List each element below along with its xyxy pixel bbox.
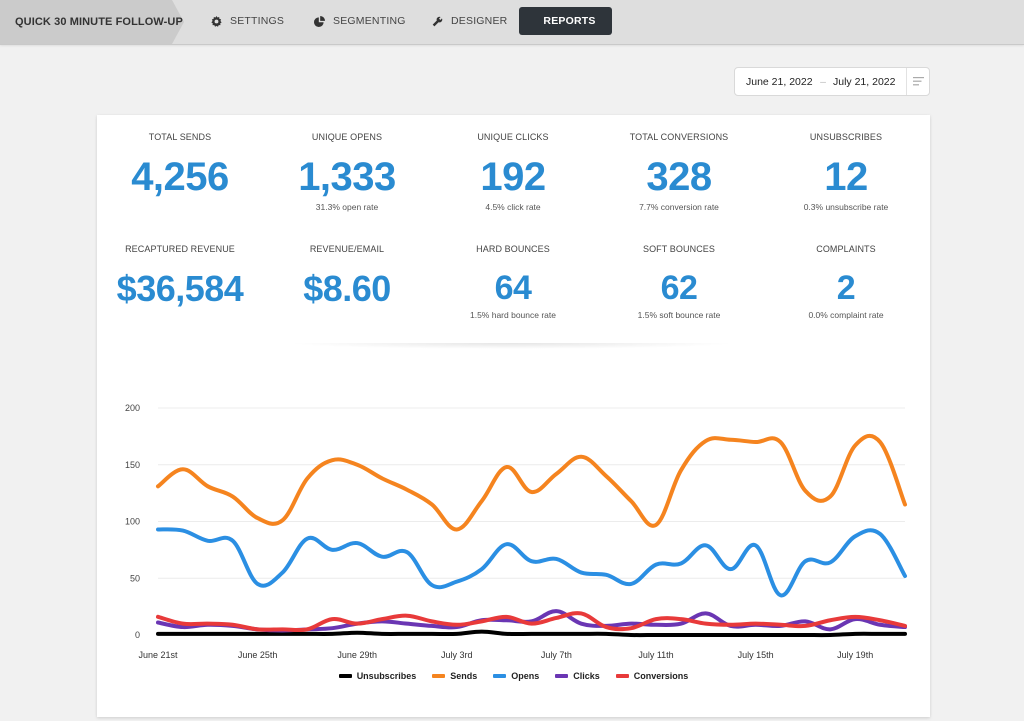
stat-label: HARD BOUNCES xyxy=(476,244,550,254)
legend-swatch xyxy=(432,674,446,678)
y-tick-label: 0 xyxy=(135,630,140,640)
top-nav: QUICK 30 MINUTE FOLLOW-UP SETTINGS SEGME… xyxy=(0,0,1024,45)
y-axis: 0 50 100 150 200 xyxy=(125,403,140,640)
stat-sub: 1.5% hard bounce rate xyxy=(469,310,556,320)
stat-sub: 0.0% complaint rate xyxy=(808,310,884,320)
stat-sub: 4.5% click rate xyxy=(485,202,541,212)
stat-label: RECAPTURED REVENUE xyxy=(125,244,235,254)
stat-total-sends: TOTAL SENDS 4,256 xyxy=(97,132,263,212)
stats-grid: TOTAL SENDS 4,256 UNIQUE OPENS 1,333 31.… xyxy=(97,115,930,345)
y-tick-label: 100 xyxy=(125,517,140,527)
stat-label: UNIQUE OPENS xyxy=(311,132,383,142)
stat-sub: 1.5% soft bounce rate xyxy=(637,310,721,320)
tab-reports-label: REPORTS xyxy=(543,15,596,27)
tab-reports[interactable]: REPORTS xyxy=(519,7,612,35)
pie-chart-icon xyxy=(314,15,325,27)
stat-value: 328 xyxy=(646,155,712,199)
y-tick-label: 200 xyxy=(125,403,140,413)
stat-value: 4,256 xyxy=(131,155,229,199)
stat-label: REVENUE/EMAIL xyxy=(309,244,385,254)
x-tick-label: July 7th xyxy=(541,650,572,660)
legend-swatch xyxy=(615,674,629,678)
legend-label: Sends xyxy=(450,671,478,681)
legend-label: Opens xyxy=(511,671,540,681)
legend-item-opens[interactable]: Opens xyxy=(493,671,539,681)
stat-label: TOTAL CONVERSIONS xyxy=(629,132,729,142)
filter-lines-icon xyxy=(912,77,924,86)
legend-swatch xyxy=(555,674,569,678)
report-card: TOTAL SENDS 4,256 UNIQUE OPENS 1,333 31.… xyxy=(97,115,930,717)
series-layer xyxy=(156,433,907,638)
tab-segmenting[interactable]: SEGMENTING xyxy=(296,7,424,35)
stat-unique-opens: UNIQUE OPENS 1,333 31.3% open rate xyxy=(264,132,430,212)
legend-label: Conversions xyxy=(633,671,689,681)
legend-swatch xyxy=(338,674,352,678)
campaign-title-breadcrumb[interactable]: QUICK 30 MINUTE FOLLOW-UP xyxy=(0,0,184,44)
legend-item-conversions[interactable]: Conversions xyxy=(615,671,689,681)
legend-item-clicks[interactable]: Clicks xyxy=(555,671,600,681)
stat-label: TOTAL SENDS xyxy=(148,132,212,142)
legend-item-sends[interactable]: Sends xyxy=(432,671,477,681)
tab-settings-label: SETTINGS xyxy=(230,15,285,27)
campaign-title: QUICK 30 MINUTE FOLLOW-UP xyxy=(15,16,183,28)
legend-item-unsubscribes[interactable]: Unsubscribes xyxy=(338,671,417,681)
x-tick-label: July 3rd xyxy=(441,650,473,660)
gear-icon xyxy=(211,15,222,27)
wrench-icon xyxy=(432,16,443,26)
y-tick-label: 50 xyxy=(130,573,140,583)
stat-sub xyxy=(97,312,263,322)
y-tick-label: 150 xyxy=(125,460,140,470)
stat-sub: 0.3% unsubscribe rate xyxy=(803,202,889,212)
x-axis: June 21st June 25th June 29th July 3rd July … xyxy=(138,650,873,660)
series-line-opens xyxy=(156,527,907,598)
stat-unique-clicks: UNIQUE CLICKS 192 4.5% click rate xyxy=(430,132,596,212)
stat-soft-bounces: SOFT BOUNCES 62 1.5% soft bounce rate xyxy=(596,244,762,320)
x-tick-label: July 11th xyxy=(638,650,673,660)
stat-unsubscribes: UNSUBSCRIBES 12 0.3% unsubscribe rate xyxy=(763,132,929,212)
stat-value: 62 xyxy=(660,269,698,307)
stat-value: 64 xyxy=(494,269,532,307)
x-tick-label: June 25th xyxy=(238,650,278,660)
stat-label: UNIQUE CLICKS xyxy=(477,132,549,142)
series-line-sends xyxy=(156,433,907,532)
stat-total-conversions: TOTAL CONVERSIONS 328 7.7% conversion ra… xyxy=(596,132,762,212)
tab-designer-label: DESIGNER xyxy=(451,15,508,27)
x-tick-label: July 15th xyxy=(738,650,774,660)
date-start[interactable]: June 21, 2022 xyxy=(735,76,813,88)
stat-value: $8.60 xyxy=(303,268,391,309)
stat-revenue-per-email: REVENUE/EMAIL $8.60 xyxy=(264,244,430,322)
stat-label: SOFT BOUNCES xyxy=(642,244,716,254)
stat-sub xyxy=(264,312,430,322)
date-end[interactable]: July 21, 2022 xyxy=(833,76,905,88)
stat-complaints: COMPLAINTS 2 0.0% complaint rate xyxy=(763,244,929,320)
stat-value: 192 xyxy=(480,155,546,199)
stat-sub: 7.7% conversion rate xyxy=(639,202,719,212)
stat-sub xyxy=(97,202,263,212)
stat-sub: 31.3% open rate xyxy=(315,202,379,212)
date-range-menu-button[interactable] xyxy=(906,68,929,95)
stat-value: 2 xyxy=(836,269,856,307)
stat-value: 12 xyxy=(824,155,868,199)
legend-label: Clicks xyxy=(573,671,600,681)
section-divider xyxy=(287,343,737,349)
stat-label: UNSUBSCRIBES xyxy=(809,132,883,142)
x-tick-label: June 29th xyxy=(337,650,377,660)
date-separator: – xyxy=(820,75,826,88)
x-tick-label: July 19th xyxy=(837,650,873,660)
stat-label: COMPLAINTS xyxy=(816,244,876,254)
x-tick-label: June 21st xyxy=(138,650,178,660)
stat-hard-bounces: HARD BOUNCES 64 1.5% hard bounce rate xyxy=(430,244,596,320)
tab-settings[interactable]: SETTINGS xyxy=(193,7,302,35)
chart-legend: Unsubscribes Sends Opens Clicks Conversions xyxy=(97,671,930,681)
date-range-picker[interactable]: June 21, 2022 – July 21, 2022 xyxy=(734,67,930,96)
line-chart-svg: 0 50 100 150 200 June 21st June 25th June 29th… xyxy=(125,403,907,660)
tab-segmenting-label: SEGMENTING xyxy=(333,15,406,27)
legend-label: Unsubscribes xyxy=(356,671,417,681)
stat-recaptured-revenue: RECAPTURED REVENUE $36,584 xyxy=(97,244,263,322)
stat-value: $36,584 xyxy=(116,268,244,309)
stat-value: 1,333 xyxy=(298,155,396,199)
legend-swatch xyxy=(493,674,507,678)
activity-chart: 0 50 100 150 200 June 21st June 25th June 29th… xyxy=(97,385,930,715)
tab-designer[interactable]: DESIGNER xyxy=(414,7,525,35)
